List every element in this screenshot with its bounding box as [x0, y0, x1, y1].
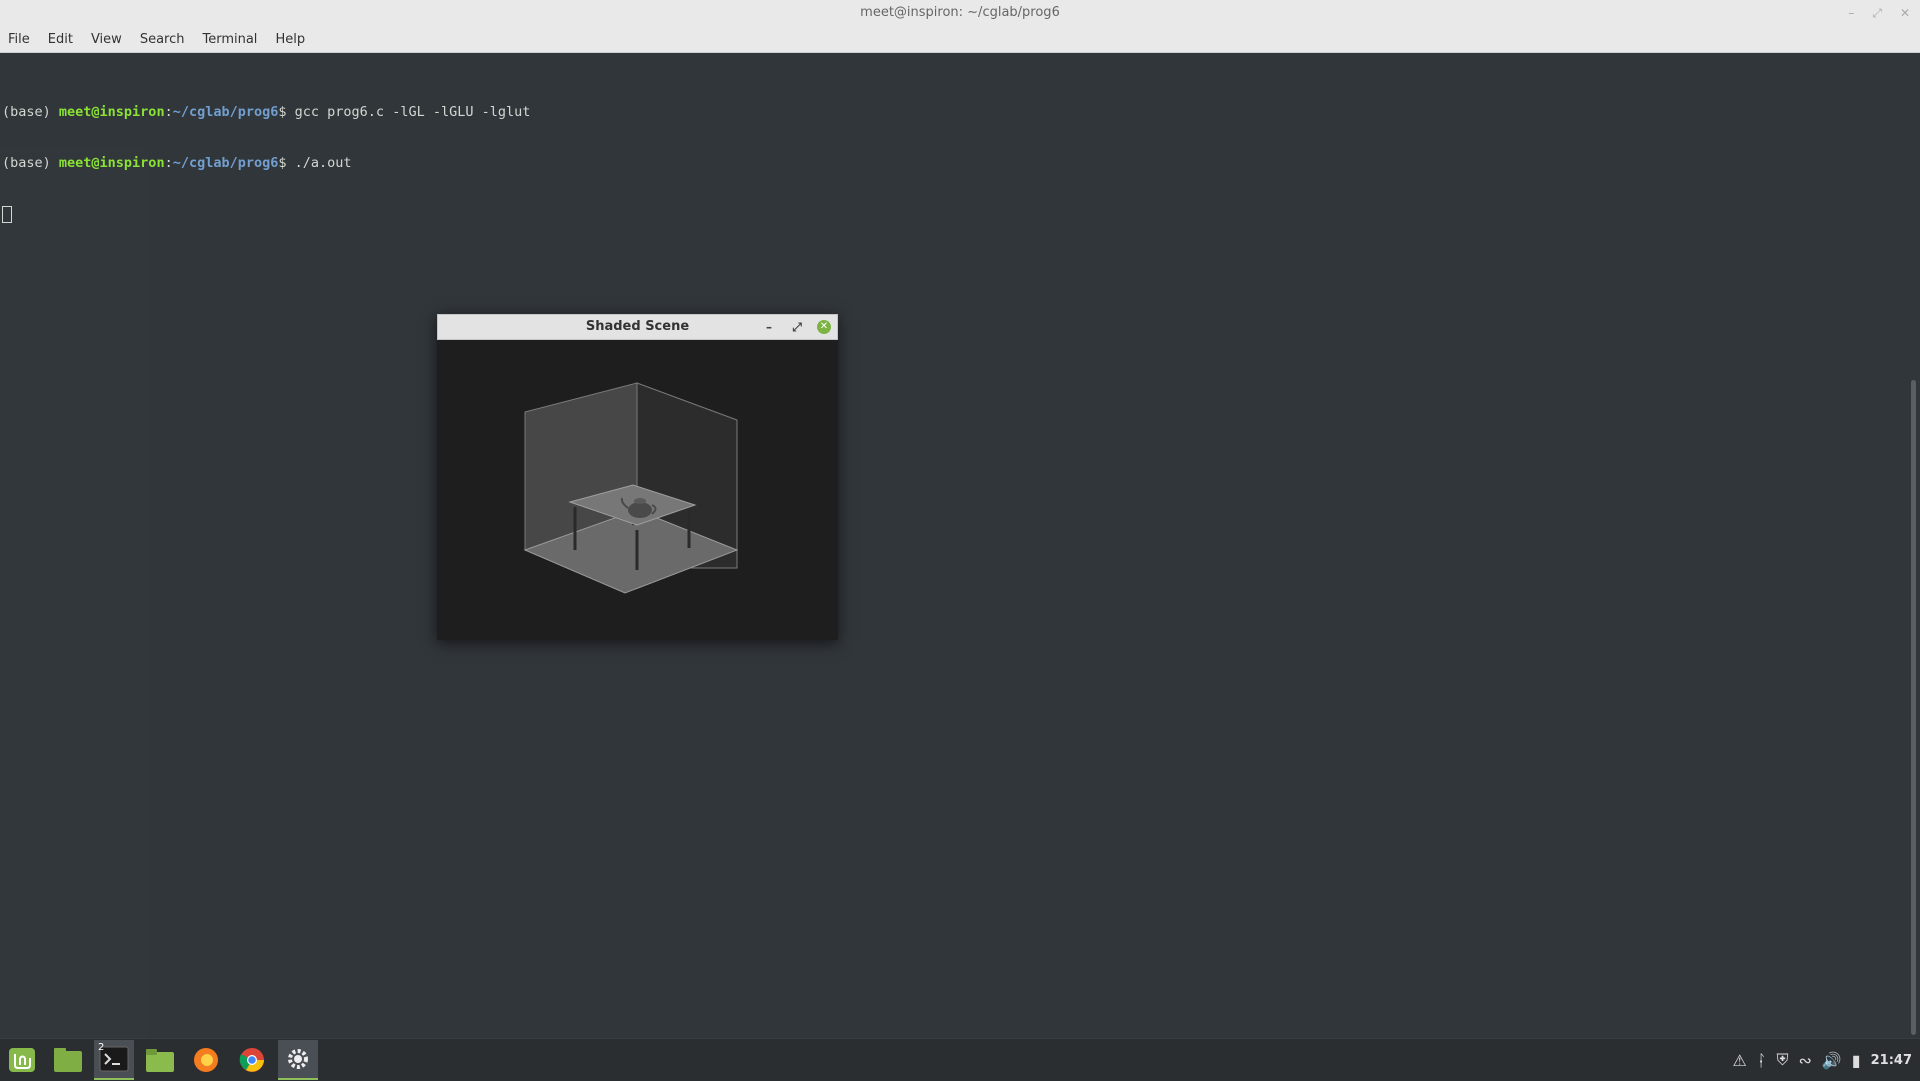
terminal-line: (base) meet@inspiron:~/cglab/prog6$ ./a.…	[2, 155, 1907, 172]
restore-icon[interactable]: ⤢	[789, 315, 805, 339]
terminal-badge: 2	[98, 1042, 105, 1053]
gl-canvas	[437, 340, 838, 640]
prompt-user: meet@inspiron	[58, 155, 165, 171]
terminal-title: meet@inspiron: ~/cglab/prog6	[860, 5, 1060, 20]
maximize-icon[interactable]: ⤢	[1872, 0, 1882, 26]
battery-icon[interactable]: ▮	[1852, 1051, 1861, 1070]
wifi-icon[interactable]: ∾	[1798, 1051, 1811, 1070]
files-green-icon[interactable]	[48, 1040, 88, 1080]
bluetooth-icon[interactable]: ᛛ	[1757, 1051, 1767, 1070]
prompt-sep: :	[164, 155, 173, 171]
menu-edit[interactable]: Edit	[40, 32, 83, 47]
command-text: ./a.out	[294, 155, 352, 171]
terminal-icon[interactable]: 2	[94, 1040, 134, 1080]
command-text: gcc prog6.c -lGL -lGLU -lglut	[294, 104, 531, 120]
firefox-icon[interactable]	[186, 1040, 226, 1080]
menu-help[interactable]: Help	[267, 32, 315, 47]
terminal-cursor	[2, 206, 12, 223]
minimize-icon[interactable]: –	[1848, 0, 1854, 26]
folder-icon[interactable]	[140, 1040, 180, 1080]
conda-env: (base)	[2, 155, 59, 171]
taskbar: 2 ⚠ ᛛ ⛨ ∾ 🔊 ▮ 21:47	[0, 1038, 1920, 1081]
terminal-line: (base) meet@inspiron:~/cglab/prog6$ gcc …	[2, 104, 1907, 121]
terminal-scrollbar[interactable]	[1911, 380, 1916, 1035]
system-tray: ⚠ ᛛ ⛨ ∾ 🔊 ▮ 21:47	[1733, 1039, 1913, 1081]
menu-search[interactable]: Search	[132, 32, 195, 47]
settings-icon[interactable]	[278, 1040, 318, 1080]
shield-icon[interactable]: ⛨	[1776, 1050, 1788, 1070]
terminal-menu-bar: File Edit View Search Terminal Help	[0, 26, 1920, 53]
warning-icon[interactable]: ⚠	[1733, 1051, 1747, 1070]
menu-view[interactable]: View	[83, 32, 132, 47]
volume-icon[interactable]: 🔊	[1822, 1051, 1842, 1070]
conda-env: (base)	[2, 104, 59, 120]
shaded-scene-window[interactable]: Shaded Scene – ⤢ ✕	[437, 314, 838, 640]
shaded-scene-render	[523, 382, 739, 594]
clock[interactable]: 21:47	[1871, 1053, 1912, 1068]
terminal-title-bar[interactable]: meet@inspiron: ~/cglab/prog6 – ⤢ ✕	[0, 0, 1920, 26]
gl-window-title: Shaded Scene	[585, 319, 690, 334]
teapot-lid	[634, 498, 646, 504]
menu-file[interactable]: File	[0, 32, 40, 47]
menu-terminal[interactable]: Terminal	[194, 32, 267, 47]
gl-window-title-bar[interactable]: Shaded Scene – ⤢ ✕	[437, 314, 838, 340]
close-icon[interactable]: ✕	[817, 320, 831, 334]
prompt-sep: :	[164, 104, 173, 120]
prompt-symbol: $	[278, 155, 295, 171]
prompt-path: ~/cglab/prog6	[172, 155, 279, 171]
chrome-icon[interactable]	[232, 1040, 272, 1080]
close-icon[interactable]: ✕	[1900, 0, 1910, 26]
teapot-body	[628, 502, 652, 518]
prompt-symbol: $	[278, 104, 295, 120]
minimize-icon[interactable]: –	[761, 315, 777, 339]
background-ghost-panel	[0, 148, 148, 1060]
prompt-path: ~/cglab/prog6	[172, 104, 279, 120]
terminal-output[interactable]: (base) meet@inspiron:~/cglab/prog6$ gcc …	[0, 53, 1907, 1060]
prompt-user: meet@inspiron	[58, 104, 165, 120]
mint-menu-icon[interactable]	[2, 1040, 42, 1080]
